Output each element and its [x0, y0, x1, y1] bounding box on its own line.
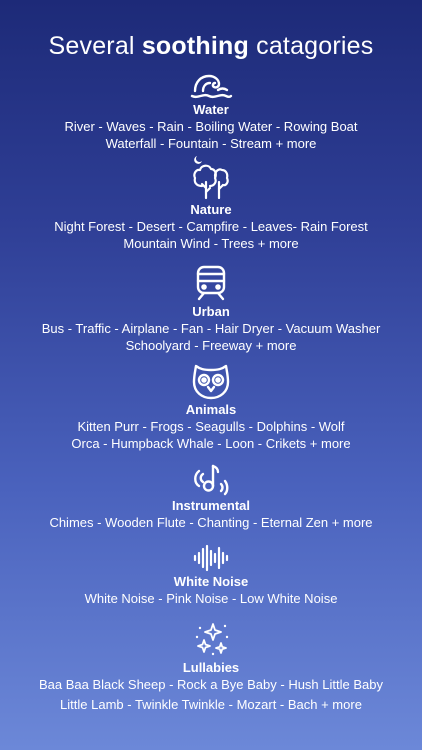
headline-bold: soothing	[141, 32, 249, 60]
category-lullabies: Lullabies Baa Baa Black Sheep - Rock a B…	[0, 620, 422, 713]
category-title: Animals	[185, 402, 237, 417]
category-items: Bus - Traffic - Airplane - Fan - Hair Dr…	[41, 321, 381, 336]
category-items: River - Waves - Rain - Boiling Water - R…	[64, 119, 358, 134]
category-items: Schoolyard - Freeway + more	[125, 338, 297, 353]
category-items: White Noise - Pink Noise - Low White Noi…	[84, 591, 338, 606]
category-items: Orca - Humpback Whale - Loon - Crikets +…	[71, 436, 351, 451]
headline-pre: Several	[48, 32, 142, 60]
category-title: Urban	[192, 304, 230, 319]
headline-post: catagories	[248, 32, 374, 60]
category-instrumental: Instrumental Chimes - Wooden Flute - Cha…	[0, 462, 422, 531]
category-title: Instrumental	[171, 498, 250, 513]
category-items: Little Lamb - Twinkle Twinkle - Mozart -…	[60, 697, 362, 712]
category-animals: Animals Kitten Purr - Frogs - Seagulls -…	[0, 362, 422, 452]
category-title: White Noise	[173, 574, 249, 589]
category-title: Nature	[190, 202, 232, 217]
category-items: Mountain Wind - Trees + more	[123, 236, 299, 251]
category-items: Chimes - Wooden Flute - Chanting - Etern…	[49, 515, 373, 530]
headline: Several soothing catagories	[0, 32, 422, 61]
sparkles-icon	[0, 620, 422, 658]
wave-icon	[0, 72, 422, 100]
category-white-noise: White Noise White Noise - Pink Noise - L…	[0, 544, 422, 607]
category-items: Night Forest - Desert - Campfire - Leave…	[54, 219, 368, 234]
train-icon	[0, 264, 422, 302]
category-items: Waterfall - Fountain - Stream + more	[105, 136, 317, 151]
music-note-icon	[0, 462, 422, 496]
owl-icon	[0, 362, 422, 400]
category-water: Water River - Waves - Rain - Boiling Wat…	[0, 72, 422, 152]
category-nature: Nature Night Forest - Desert - Campfire …	[0, 152, 422, 252]
category-urban: Urban Bus - Traffic - Airplane - Fan - H…	[0, 264, 422, 354]
sound-wave-icon	[0, 544, 422, 572]
category-title: Lullabies	[182, 660, 240, 675]
tree-moon-icon	[0, 152, 422, 200]
category-title: Water	[193, 102, 229, 117]
category-items: Baa Baa Black Sheep - Rock a Bye Baby - …	[39, 677, 383, 692]
category-items: Kitten Purr - Frogs - Seagulls - Dolphin…	[77, 419, 345, 434]
